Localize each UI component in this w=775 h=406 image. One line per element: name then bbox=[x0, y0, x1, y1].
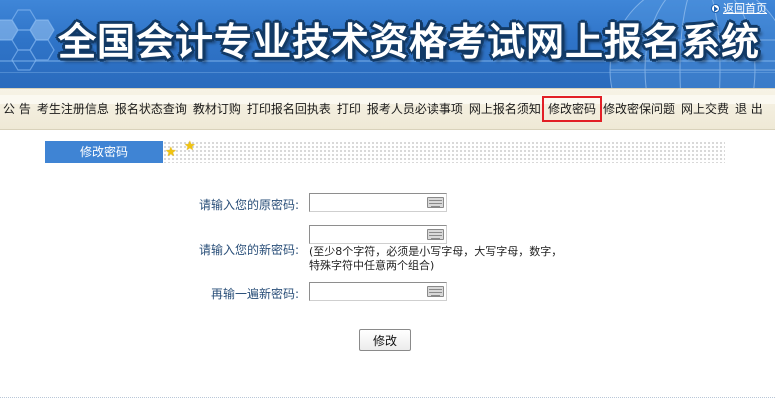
nav-item-status-query[interactable]: 报名状态查询 bbox=[112, 98, 190, 120]
keyboard-icon[interactable] bbox=[427, 197, 444, 208]
nav-item-print[interactable]: 打印 bbox=[334, 98, 364, 120]
new-password-input[interactable] bbox=[309, 225, 447, 244]
section-title: 修改密码 bbox=[45, 141, 163, 163]
nav-item-online-payment[interactable]: 网上交费 bbox=[678, 98, 732, 120]
footer-divider bbox=[0, 397, 775, 398]
home-link[interactable]: 返回首页 bbox=[711, 1, 767, 15]
old-password-label: 请输入您的原密码: bbox=[199, 198, 300, 212]
keyboard-icon[interactable] bbox=[427, 286, 444, 297]
section-divider bbox=[163, 141, 725, 163]
confirm-password-label: 再输一遍新密码: bbox=[211, 287, 300, 301]
home-link-label[interactable]: 返回首页 bbox=[723, 0, 767, 16]
old-password-input[interactable] bbox=[309, 193, 447, 212]
confirm-password-input[interactable] bbox=[309, 282, 447, 301]
new-password-label: 请输入您的新密码: bbox=[199, 243, 300, 257]
nav-item-textbook-order[interactable]: 教材订购 bbox=[190, 98, 244, 120]
keyboard-icon[interactable] bbox=[427, 229, 444, 240]
nav-item-change-password[interactable]: 修改密码 bbox=[541, 96, 602, 122]
submit-button[interactable]: 修改 bbox=[359, 329, 411, 351]
nav-item-online-notice[interactable]: 网上报名须知 bbox=[466, 98, 544, 120]
nav-item-print-receipt[interactable]: 打印报名回执表 bbox=[244, 98, 334, 120]
nav-item-registration-info[interactable]: 考生注册信息 bbox=[34, 98, 112, 120]
star-icon: ★ bbox=[165, 145, 177, 160]
nav-item-change-security-question[interactable]: 修改密保问题 bbox=[600, 98, 678, 120]
header-banner: 全国会计专业技术资格考试网上报名系统 返回首页 bbox=[0, 0, 775, 88]
nav-item-announcement[interactable]: 公 告 bbox=[0, 98, 34, 120]
nav-item-required-reading[interactable]: 报考人员必读事项 bbox=[364, 98, 466, 120]
nav-item-logout[interactable]: 退 出 bbox=[732, 98, 766, 120]
password-rule-hint-line2: 特殊字符中任意两个组合) bbox=[309, 259, 435, 272]
nav-menu: 公 告 考生注册信息 报名状态查询 教材订购 打印报名回执表 打印 报考人员必读… bbox=[0, 96, 766, 122]
password-rule-hint-line1: (至少8个字符，必须是小写字母，大写字母，数字， bbox=[309, 245, 563, 258]
arrow-circle-icon bbox=[711, 3, 720, 13]
star-icon: ★ bbox=[184, 139, 196, 154]
site-title: 全国会计专业技术资格考试网上报名系统 bbox=[58, 19, 761, 64]
